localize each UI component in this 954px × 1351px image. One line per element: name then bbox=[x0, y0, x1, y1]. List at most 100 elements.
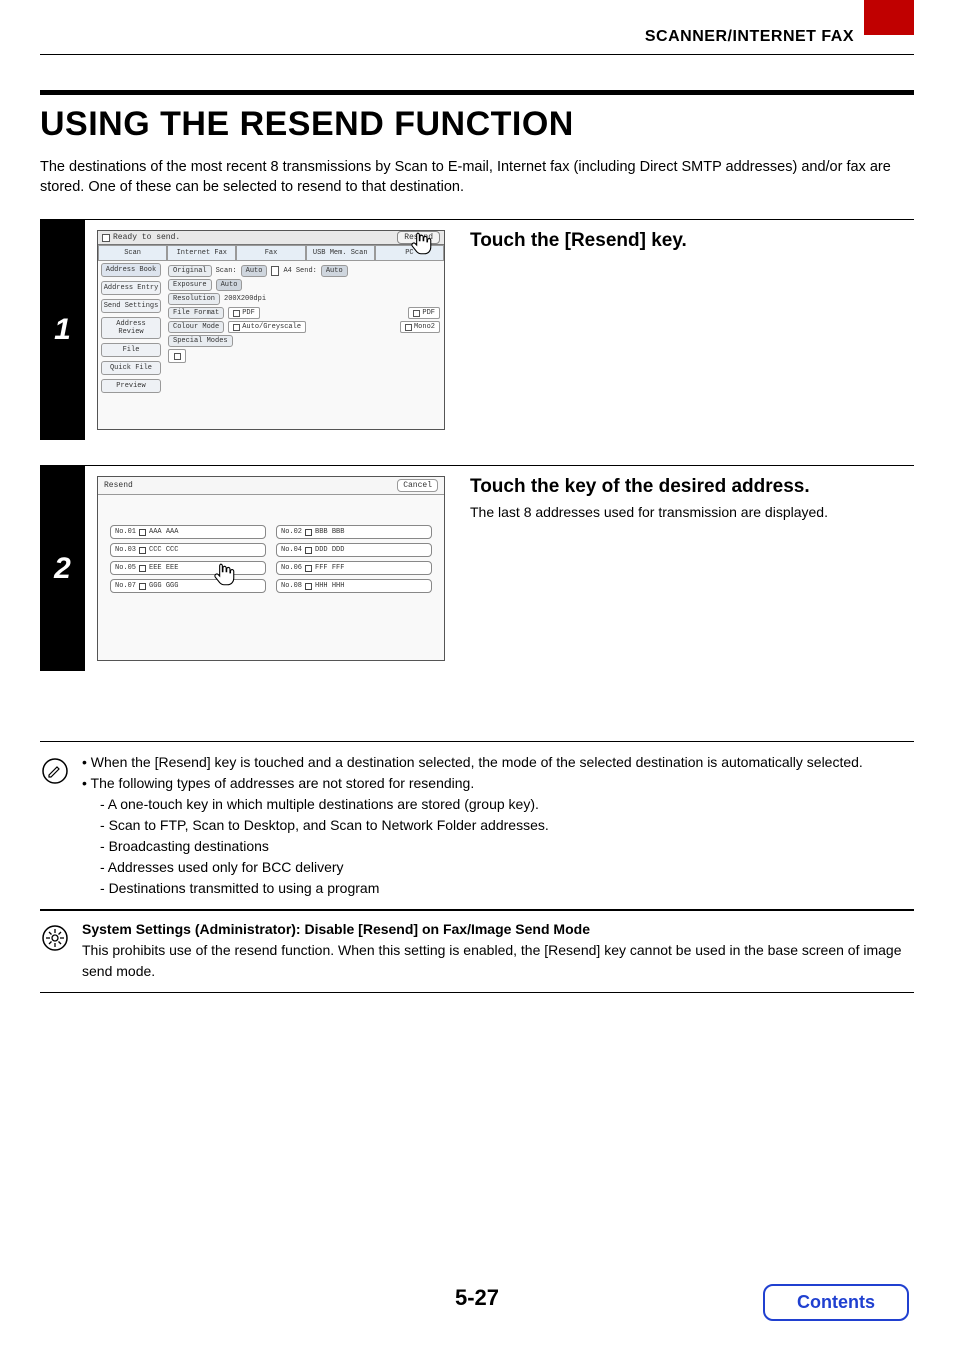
device-panel-send: Ready to send. Resend Scan Internet Fax … bbox=[97, 230, 445, 430]
settings-text: System Settings (Administrator): Disable… bbox=[82, 919, 908, 982]
step-1-text: Touch the [Resend] key. bbox=[455, 220, 914, 440]
pencil-circle-icon bbox=[40, 756, 70, 786]
file-button[interactable]: File bbox=[101, 343, 161, 357]
page: SCANNER/INTERNET FAX USING THE RESEND FU… bbox=[0, 0, 954, 1351]
panel-body: Address Book Address Entry Send Settings… bbox=[98, 261, 444, 429]
note-dash-5: Destinations transmitted to using a prog… bbox=[82, 878, 863, 899]
mail-icon bbox=[139, 583, 146, 590]
bottom-icon-button[interactable] bbox=[168, 349, 186, 363]
pdf-1[interactable]: PDF bbox=[228, 307, 260, 319]
step-1-heading: Touch the [Resend] key. bbox=[470, 230, 914, 252]
a4-label: A4 bbox=[283, 267, 291, 275]
step-2-text: Touch the key of the desired address. Th… bbox=[455, 466, 914, 671]
mono2-button[interactable]: Mono2 bbox=[400, 321, 440, 333]
resend-title: Resend bbox=[104, 481, 133, 490]
address-review-button[interactable]: Address Review bbox=[101, 317, 161, 339]
mode-tabs: Scan Internet Fax Fax USB Mem. Scan PC bbox=[98, 245, 444, 261]
scan-auto[interactable]: Auto bbox=[241, 265, 268, 277]
contents-button[interactable]: Contents bbox=[763, 1284, 909, 1321]
heavy-rule bbox=[40, 90, 914, 95]
step-2-heading: Touch the key of the desired address. bbox=[470, 476, 914, 498]
note-dash-3: Broadcasting destinations bbox=[82, 836, 863, 857]
step-number: 1 bbox=[40, 220, 85, 440]
note-bullet-2: The following types of addresses are not… bbox=[82, 773, 863, 794]
section-label: SCANNER/INTERNET FAX bbox=[40, 10, 914, 46]
step-2-sub: The last 8 addresses used for transmissi… bbox=[470, 504, 914, 520]
main-column: Original Scan: Auto A4 Send: Auto Exposu… bbox=[164, 261, 444, 429]
step-2-screenshot: Resend Cancel No.01AAA AAA No.02BBB BBB … bbox=[85, 466, 455, 671]
intro-text: The destinations of the most recent 8 tr… bbox=[40, 158, 914, 197]
tab-fax[interactable]: Fax bbox=[236, 245, 305, 260]
exposure-auto[interactable]: Auto bbox=[216, 279, 243, 291]
row-special: Special Modes bbox=[168, 335, 440, 347]
panel-status-bar: Ready to send. Resend bbox=[98, 231, 444, 245]
globe-icon bbox=[305, 565, 312, 572]
resolution-button[interactable]: Resolution bbox=[168, 293, 220, 305]
resend-entry-05[interactable]: No.05EEE EEE bbox=[110, 561, 266, 575]
grey-icon bbox=[233, 324, 240, 331]
note-dash-4: Addresses used only for BCC delivery bbox=[82, 857, 863, 878]
tab-scan[interactable]: Scan bbox=[98, 245, 167, 260]
phone-icon bbox=[139, 565, 146, 572]
send-settings-button[interactable]: Send Settings bbox=[101, 299, 161, 313]
phone-icon bbox=[305, 529, 312, 536]
phone-icon bbox=[139, 529, 146, 536]
fileformat-button[interactable]: File Format bbox=[168, 307, 224, 319]
original-button[interactable]: Original bbox=[168, 265, 212, 277]
exposure-button[interactable]: Exposure bbox=[168, 279, 212, 291]
resend-entry-04[interactable]: No.04DDD DDD bbox=[276, 543, 432, 557]
doc-icon bbox=[413, 310, 420, 317]
colourmode-button[interactable]: Colour Mode bbox=[168, 321, 224, 333]
note-dash-2: Scan to FTP, Scan to Desktop, and Scan t… bbox=[82, 815, 863, 836]
side-column: Address Book Address Entry Send Settings… bbox=[98, 261, 164, 429]
settings-bold: System Settings (Administrator): Disable… bbox=[82, 919, 908, 940]
top-bar bbox=[40, 0, 914, 10]
step-body: Ready to send. Resend Scan Internet Fax … bbox=[85, 220, 914, 440]
resolution-value: 200X200dpi bbox=[224, 295, 266, 303]
step-number: 2 bbox=[40, 466, 85, 671]
device-panel-resend: Resend Cancel No.01AAA AAA No.02BBB BBB … bbox=[97, 476, 445, 661]
resend-entry-06[interactable]: No.06FFF FFF bbox=[276, 561, 432, 575]
settings-box: System Settings (Administrator): Disable… bbox=[40, 910, 914, 993]
note-box: When the [Resend] key is touched and a d… bbox=[40, 741, 914, 910]
autogrey-button[interactable]: Auto/Greyscale bbox=[228, 321, 306, 333]
top-line bbox=[40, 54, 914, 55]
resend-entry-02[interactable]: No.02BBB BBB bbox=[276, 525, 432, 539]
resend-entry-08[interactable]: No.08HHH HHH bbox=[276, 579, 432, 593]
printer-icon bbox=[102, 234, 110, 242]
row-bottom-icon bbox=[168, 349, 440, 363]
special-modes-button[interactable]: Special Modes bbox=[168, 335, 233, 347]
resend-entry-03[interactable]: No.03CCC CCC bbox=[110, 543, 266, 557]
page-icon bbox=[271, 266, 279, 276]
preview-button[interactable]: Preview bbox=[101, 379, 161, 393]
address-entry-button[interactable]: Address Entry bbox=[101, 281, 161, 295]
mail-icon bbox=[139, 547, 146, 554]
red-tab-icon bbox=[864, 0, 914, 35]
note-dash-1: A one-touch key in which multiple destin… bbox=[82, 794, 863, 815]
row-fileformat: File Format PDF PDF bbox=[168, 307, 440, 319]
globe-icon bbox=[305, 547, 312, 554]
send-icon bbox=[174, 353, 181, 360]
address-book-button[interactable]: Address Book bbox=[101, 263, 161, 277]
scan-label: Scan: bbox=[216, 267, 237, 275]
quick-file-button[interactable]: Quick File bbox=[101, 361, 161, 375]
note-text: When the [Resend] key is touched and a d… bbox=[82, 752, 863, 899]
mono-icon bbox=[405, 324, 412, 331]
tab-usb-scan[interactable]: USB Mem. Scan bbox=[306, 245, 375, 260]
gear-circle-icon bbox=[40, 923, 70, 953]
resend-entry-01[interactable]: No.01AAA AAA bbox=[110, 525, 266, 539]
send-label: Send: bbox=[296, 267, 317, 275]
resend-entry-07[interactable]: No.07GGG GGG bbox=[110, 579, 266, 593]
step-1-screenshot: Ready to send. Resend Scan Internet Fax … bbox=[85, 220, 455, 440]
resend-grid: No.01AAA AAA No.02BBB BBB No.03CCC CCC N… bbox=[98, 495, 444, 603]
tab-internet-fax[interactable]: Internet Fax bbox=[167, 245, 236, 260]
hand-cursor-icon bbox=[408, 231, 434, 257]
step-2: 2 Resend Cancel No.01AAA AAA No.02BBB BB… bbox=[40, 465, 914, 671]
row-colourmode: Colour Mode Auto/Greyscale Mono2 bbox=[168, 321, 440, 333]
step-body: Resend Cancel No.01AAA AAA No.02BBB BBB … bbox=[85, 466, 914, 671]
send-auto[interactable]: Auto bbox=[321, 265, 348, 277]
note-bullet-1: When the [Resend] key is touched and a d… bbox=[82, 752, 863, 773]
pdf-2[interactable]: PDF bbox=[408, 307, 440, 319]
doc-icon bbox=[233, 310, 240, 317]
cancel-button[interactable]: Cancel bbox=[397, 479, 438, 492]
